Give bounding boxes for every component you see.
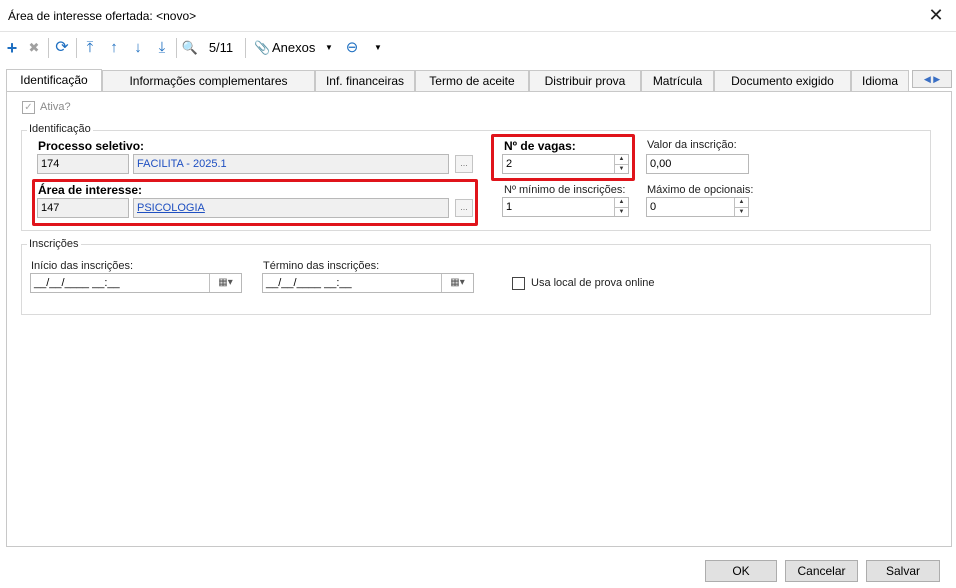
toolbar: + ✖ ⟳ ⤒ ↑ ↓ ⤓ 🔍 5/11 📎 Anexos ▼ ⊖ ▼ bbox=[0, 34, 956, 62]
title-bar: Área de interesse ofertada: <novo> ✕ bbox=[0, 0, 956, 32]
numero-de-vagas-value: 2 bbox=[506, 158, 513, 170]
valor-inscricao-input[interactable]: 0,00 bbox=[646, 154, 749, 174]
maximo-opcionais-label: Máximo de opcionais: bbox=[647, 184, 754, 196]
minimo-inscricoes-input[interactable]: 1 ▲ ▼ bbox=[502, 197, 629, 217]
area-de-interesse-label: Área de interesse: bbox=[38, 183, 143, 197]
attachments-button[interactable]: Anexos bbox=[272, 37, 318, 59]
record-counter: 5/11 bbox=[208, 40, 234, 55]
delete-icon[interactable]: ✖ bbox=[26, 37, 42, 59]
save-button[interactable]: Salvar bbox=[866, 560, 940, 582]
toolbar-separator bbox=[245, 38, 246, 58]
stepper-up-icon[interactable]: ▲ bbox=[735, 198, 748, 207]
numero-de-vagas-label: Nº de vagas: bbox=[504, 139, 576, 153]
processo-seletivo-lookup-button[interactable]: ... bbox=[455, 155, 473, 173]
close-icon[interactable]: ✕ bbox=[924, 4, 948, 28]
next-record-icon[interactable]: ↓ bbox=[130, 37, 146, 59]
calendar-dropdown-icon[interactable]: ▦▾ bbox=[441, 274, 473, 292]
processo-seletivo-name[interactable]: FACILITA - 2025.1 bbox=[133, 154, 449, 174]
processo-seletivo-name-text: FACILITA - 2025.1 bbox=[137, 158, 227, 170]
area-de-interesse-name-text: PSICOLOGIA bbox=[137, 202, 205, 214]
stepper-up-icon[interactable]: ▲ bbox=[615, 155, 628, 164]
identificacao-group-label: Identificação bbox=[27, 123, 93, 135]
inicio-inscricoes-input[interactable]: __/__/____ __:__ ▦▾ bbox=[30, 273, 242, 293]
stepper-down-icon[interactable]: ▼ bbox=[615, 207, 628, 216]
tab-inf-financeiras[interactable]: Inf. financeiras bbox=[315, 70, 415, 92]
search-icon[interactable]: 🔍 bbox=[181, 37, 199, 59]
tab-idioma[interactable]: Idioma bbox=[851, 70, 909, 92]
valor-inscricao-label: Valor da inscrição: bbox=[647, 139, 737, 151]
toolbar-separator bbox=[48, 38, 49, 58]
first-record-icon[interactable]: ⤒ bbox=[82, 37, 98, 59]
toolbar-separator bbox=[176, 38, 177, 58]
toolbar-separator bbox=[76, 38, 77, 58]
tab-informacoes-complementares[interactable]: Informações complementares bbox=[102, 70, 315, 92]
inicio-inscricoes-value: __/__/____ __:__ bbox=[34, 277, 120, 289]
termino-inscricoes-value: __/__/____ __:__ bbox=[266, 277, 352, 289]
maximo-opcionais-input[interactable]: 0 ▲ ▼ bbox=[646, 197, 749, 217]
form-panel: ✓ Ativa? Identificação Processo seletivo… bbox=[6, 91, 952, 547]
processo-seletivo-label: Processo seletivo: bbox=[38, 139, 145, 153]
cancel-button[interactable]: Cancelar bbox=[785, 560, 858, 582]
tab-documento-exigido[interactable]: Documento exigido bbox=[714, 70, 851, 92]
ok-button[interactable]: OK bbox=[705, 560, 777, 582]
previous-record-icon[interactable]: ↑ bbox=[106, 37, 122, 59]
minimo-inscricoes-stepper[interactable]: ▲ ▼ bbox=[614, 198, 628, 216]
stepper-down-icon[interactable]: ▼ bbox=[615, 164, 628, 173]
termino-inscricoes-input[interactable]: __/__/____ __:__ ▦▾ bbox=[262, 273, 474, 293]
tab-distribuir-prova[interactable]: Distribuir prova bbox=[529, 70, 641, 92]
processo-seletivo-code[interactable]: 174 bbox=[37, 154, 129, 174]
numero-de-vagas-stepper[interactable]: ▲ ▼ bbox=[614, 155, 628, 173]
tab-identificacao[interactable]: Identificação bbox=[6, 69, 102, 93]
options-icon[interactable]: ⊖ bbox=[343, 37, 361, 59]
tab-strip: Identificação Informações complementares… bbox=[6, 69, 952, 93]
inscricoes-group-label: Inscrições bbox=[27, 238, 81, 250]
minimo-inscricoes-value: 1 bbox=[506, 201, 513, 213]
numero-de-vagas-input[interactable]: 2 ▲ ▼ bbox=[502, 154, 629, 174]
tab-matricula[interactable]: Matrícula bbox=[641, 70, 714, 92]
area-de-interesse-name[interactable]: PSICOLOGIA bbox=[133, 198, 449, 218]
usa-local-prova-online-checkbox[interactable] bbox=[512, 277, 525, 290]
attachments-dropdown-icon[interactable]: ▼ bbox=[323, 37, 335, 59]
usa-local-prova-online-label: Usa local de prova online bbox=[531, 277, 655, 289]
area-de-interesse-code[interactable]: 147 bbox=[37, 198, 129, 218]
last-record-icon[interactable]: ⤓ bbox=[154, 37, 170, 59]
paperclip-icon: 📎 bbox=[254, 40, 271, 55]
area-de-interesse-lookup-button[interactable]: ... bbox=[455, 199, 473, 217]
tab-scroll-arrows[interactable]: ◀ ▶ bbox=[912, 70, 952, 88]
tab-termo-de-aceite[interactable]: Termo de aceite bbox=[415, 70, 529, 92]
stepper-down-icon[interactable]: ▼ bbox=[735, 207, 748, 216]
stepper-up-icon[interactable]: ▲ bbox=[615, 198, 628, 207]
options-dropdown-icon[interactable]: ▼ bbox=[372, 37, 384, 59]
calendar-dropdown-icon[interactable]: ▦▾ bbox=[209, 274, 241, 292]
refresh-icon[interactable]: ⟳ bbox=[53, 37, 71, 59]
maximo-opcionais-stepper[interactable]: ▲ ▼ bbox=[734, 198, 748, 216]
maximo-opcionais-value: 0 bbox=[650, 201, 657, 213]
ativa-label: Ativa? bbox=[40, 101, 71, 113]
termino-inscricoes-label: Término das inscrições: bbox=[263, 260, 380, 272]
inicio-inscricoes-label: Início das inscrições: bbox=[31, 260, 134, 272]
add-icon[interactable]: + bbox=[4, 37, 20, 59]
minimo-inscricoes-label: Nº mínimo de inscrições: bbox=[504, 184, 626, 196]
window-title: Área de interesse ofertada: <novo> bbox=[8, 9, 197, 23]
ativa-checkbox[interactable]: ✓ bbox=[22, 101, 35, 114]
